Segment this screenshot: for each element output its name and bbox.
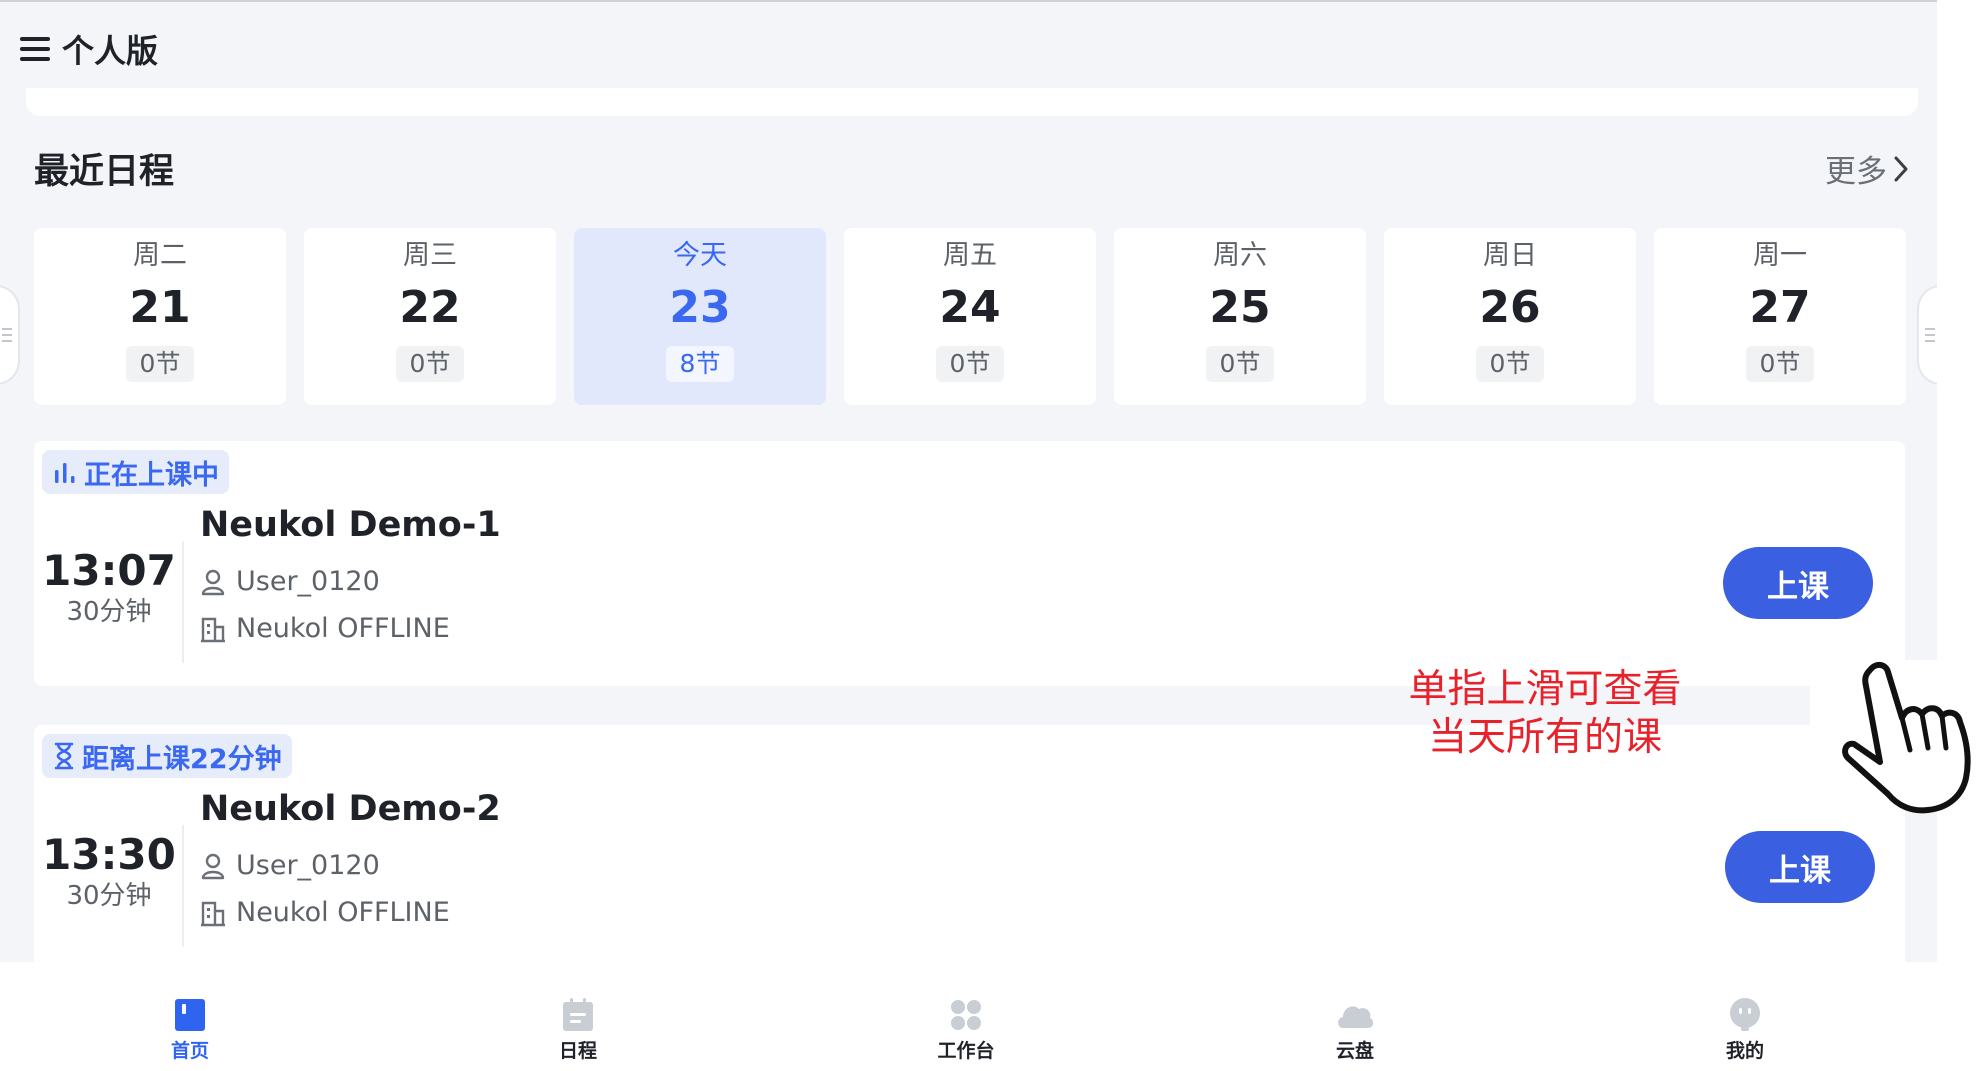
more-label: 更多: [1825, 154, 1887, 190]
org-name: Neukol OFFLINE: [236, 897, 450, 928]
divider: [182, 541, 184, 663]
hint-line-2: 当天所有的课: [1427, 715, 1662, 760]
bar-chart-icon: [55, 463, 75, 483]
lesson-name: Neukol Demo-2: [200, 789, 501, 829]
day-lesson-count: 0节: [1205, 346, 1275, 382]
user-icon: [201, 853, 225, 879]
day-card[interactable]: 周二 21 0节: [34, 228, 286, 405]
swipe-hint-text: 单指上滑可查看 当天所有的课: [1380, 666, 1710, 762]
day-weekday: 周一: [1753, 240, 1807, 271]
attend-class-button[interactable]: 上课: [1725, 831, 1875, 903]
status-divider: [0, 0, 1937, 2]
status-text: 距离上课22分钟: [82, 743, 282, 775]
divider: [182, 825, 184, 947]
day-weekday: 周六: [1213, 240, 1267, 271]
app-root: 个人版 最近日程 更多 周二 21 0节 周三 22 0节 今天 23 8节 周…: [0, 0, 1981, 1071]
lesson-start-time: 13:30: [42, 830, 176, 879]
day-date: 21: [129, 282, 191, 333]
day-lesson-count: 0节: [395, 346, 465, 382]
nav-profile[interactable]: 我的: [1685, 998, 1805, 1063]
building-icon: [201, 617, 225, 642]
day-card[interactable]: 周五 24 0节: [844, 228, 1096, 405]
nav-label: 云盘: [1335, 1040, 1374, 1062]
menu-icon[interactable]: [20, 37, 50, 61]
nav-label: 首页: [170, 1040, 209, 1062]
day-lesson-count: 0节: [125, 346, 195, 382]
day-card[interactable]: 周日 26 0节: [1384, 228, 1636, 405]
lesson-org: Neukol OFFLINE: [200, 897, 450, 928]
lesson-duration: 30分钟: [66, 881, 152, 911]
hint-line-1: 单指上滑可查看: [1408, 667, 1682, 712]
workbench-grid-icon: [951, 1000, 981, 1030]
lesson-name: Neukol Demo-1: [200, 505, 501, 545]
lesson-start-time: 13:07: [42, 546, 176, 595]
day-lesson-count: 0节: [935, 346, 1005, 382]
pointing-hand-icon: [1842, 662, 1971, 814]
day-date: 22: [399, 282, 461, 333]
profile-icon: [1730, 998, 1760, 1031]
day-card[interactable]: 周六 25 0节: [1114, 228, 1366, 405]
building-icon: [201, 901, 225, 926]
banner-card-bottom: [26, 88, 1918, 116]
grip-icon: [2, 328, 12, 342]
app-title: 个人版: [62, 32, 159, 70]
tablet-screen: 个人版 最近日程 更多 周二 21 0节 周三 22 0节 今天 23 8节 周…: [0, 0, 1937, 1071]
day-weekday: 周三: [403, 240, 457, 271]
day-date: 24: [939, 282, 1001, 333]
day-date: 23: [669, 282, 731, 333]
org-name: Neukol OFFLINE: [236, 613, 450, 644]
status-badge: 正在上课中: [42, 450, 229, 494]
lesson-teacher: User_0120: [200, 850, 380, 881]
grip-icon: [1925, 328, 1935, 342]
user-icon: [201, 569, 225, 595]
day-weekday: 周二: [133, 240, 187, 271]
day-card[interactable]: 周一 27 0节: [1654, 228, 1906, 405]
day-strip: 周二 21 0节 周三 22 0节 今天 23 8节 周五 24 0节 周六 2: [34, 228, 1906, 405]
lesson-org: Neukol OFFLINE: [200, 613, 450, 644]
day-date: 27: [1749, 282, 1811, 333]
nav-label: 我的: [1725, 1040, 1764, 1062]
section-title: 最近日程: [34, 152, 175, 192]
lesson-teacher: User_0120: [200, 566, 380, 597]
day-weekday: 周五: [943, 240, 997, 271]
right-drawer-handle[interactable]: [1917, 285, 1937, 385]
nav-label: 工作台: [937, 1040, 995, 1062]
nav-schedule[interactable]: 日程: [518, 998, 638, 1063]
hourglass-icon: [54, 742, 74, 770]
app-header: 个人版: [20, 26, 158, 72]
calendar-icon: [563, 998, 593, 1031]
day-lesson-count: 8节: [665, 346, 735, 382]
nav-workbench[interactable]: 工作台: [906, 998, 1026, 1063]
day-date: 26: [1479, 282, 1541, 333]
chevron-right-icon: [1894, 156, 1908, 181]
day-weekday: 周日: [1483, 240, 1537, 271]
day-card-today[interactable]: 今天 23 8节: [574, 228, 826, 405]
left-drawer-handle[interactable]: [0, 285, 20, 385]
lesson-duration: 30分钟: [66, 597, 152, 627]
nav-label: 日程: [558, 1040, 597, 1062]
home-book-icon: [175, 999, 205, 1031]
nav-home[interactable]: 首页: [130, 998, 250, 1063]
nav-cloud-drive[interactable]: 云盘: [1295, 998, 1415, 1063]
more-link[interactable]: 更多: [1825, 146, 1909, 191]
day-card[interactable]: 周三 22 0节: [304, 228, 556, 405]
cloud-icon: [1338, 1006, 1374, 1028]
day-lesson-count: 0节: [1745, 346, 1815, 382]
day-lesson-count: 0节: [1475, 346, 1545, 382]
attend-class-button[interactable]: 上课: [1723, 547, 1873, 619]
day-weekday: 今天: [673, 240, 727, 271]
day-date: 25: [1209, 282, 1271, 333]
bottom-nav: 首页 日程 工作台 云盘 我的: [0, 962, 1937, 1071]
teacher-name: User_0120: [236, 850, 380, 881]
teacher-name: User_0120: [236, 566, 380, 597]
lesson-card[interactable]: 正在上课中 13:07 30分钟 Neukol Demo-1 User_0120…: [34, 441, 1905, 686]
status-text: 正在上课中: [84, 459, 219, 491]
status-badge: 距离上课22分钟: [42, 734, 292, 778]
